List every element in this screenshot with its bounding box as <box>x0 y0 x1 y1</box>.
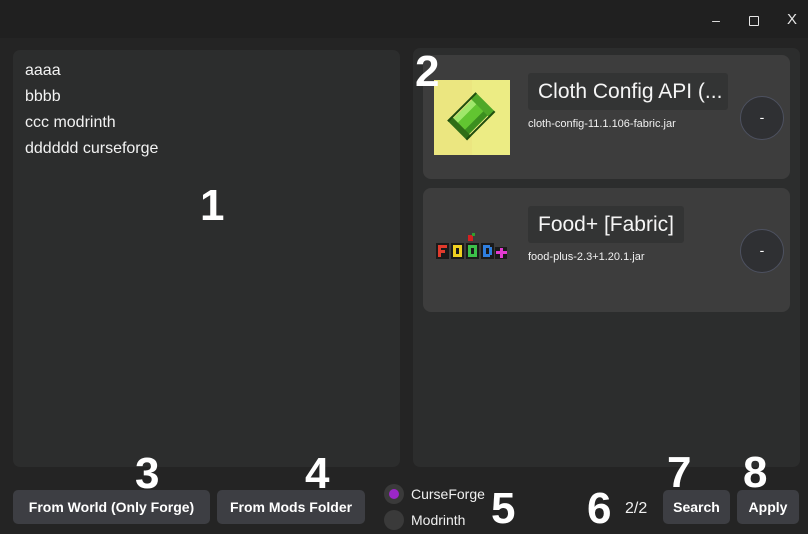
from-mods-folder-button[interactable]: From Mods Folder <box>217 490 365 524</box>
food-plus-logo <box>434 213 510 288</box>
cloth-config-icon <box>434 80 510 155</box>
annotation-8: 8 <box>743 448 768 497</box>
mod-list-input-panel: aaaa bbbb ccc modrinth dddddd curseforge <box>13 50 400 467</box>
mod-filename: food-plus-2.3+1.20.1.jar <box>528 251 645 263</box>
maximize-icon <box>749 16 759 27</box>
mod-title: Food+ [Fabric] <box>528 206 684 243</box>
source-radio-curseforge[interactable]: CurseForge <box>384 483 485 505</box>
close-button[interactable]: X <box>778 8 806 32</box>
source-radio-modrinth[interactable]: Modrinth <box>384 509 465 531</box>
mod-filename: cloth-config-11.1.106-fabric.jar <box>528 118 676 130</box>
maximize-button[interactable] <box>740 8 768 32</box>
title-bar: – X <box>0 0 808 38</box>
annotation-3: 3 <box>135 449 160 498</box>
annotation-4: 4 <box>305 449 330 498</box>
radio-label: Modrinth <box>411 512 466 528</box>
mod-title: Cloth Config API (... <box>528 73 728 110</box>
minimize-button[interactable]: – <box>702 8 730 32</box>
remove-mod-button[interactable]: - <box>740 96 784 140</box>
mod-card: Cloth Config API (... cloth-config-11.1.… <box>423 55 790 179</box>
from-world-button[interactable]: From World (Only Forge) <box>13 490 210 524</box>
annotation-7: 7 <box>667 448 692 497</box>
annotation-2: 2 <box>415 47 440 96</box>
mod-results-panel: Cloth Config API (... cloth-config-11.1.… <box>413 48 800 467</box>
remove-mod-button[interactable]: - <box>740 229 784 273</box>
mod-list-textbox[interactable]: aaaa bbbb ccc modrinth dddddd curseforge <box>13 50 400 467</box>
annotation-5: 5 <box>491 484 516 533</box>
annotation-1: 1 <box>200 181 225 230</box>
radio-unselected-icon[interactable] <box>384 510 404 530</box>
page-counter: 2/2 <box>625 500 648 517</box>
annotation-6: 6 <box>587 484 612 533</box>
mod-card: Food+ [Fabric] food-plus-2.3+1.20.1.jar … <box>423 188 790 312</box>
radio-label: CurseForge <box>411 486 485 502</box>
radio-selected-icon[interactable] <box>384 484 404 504</box>
